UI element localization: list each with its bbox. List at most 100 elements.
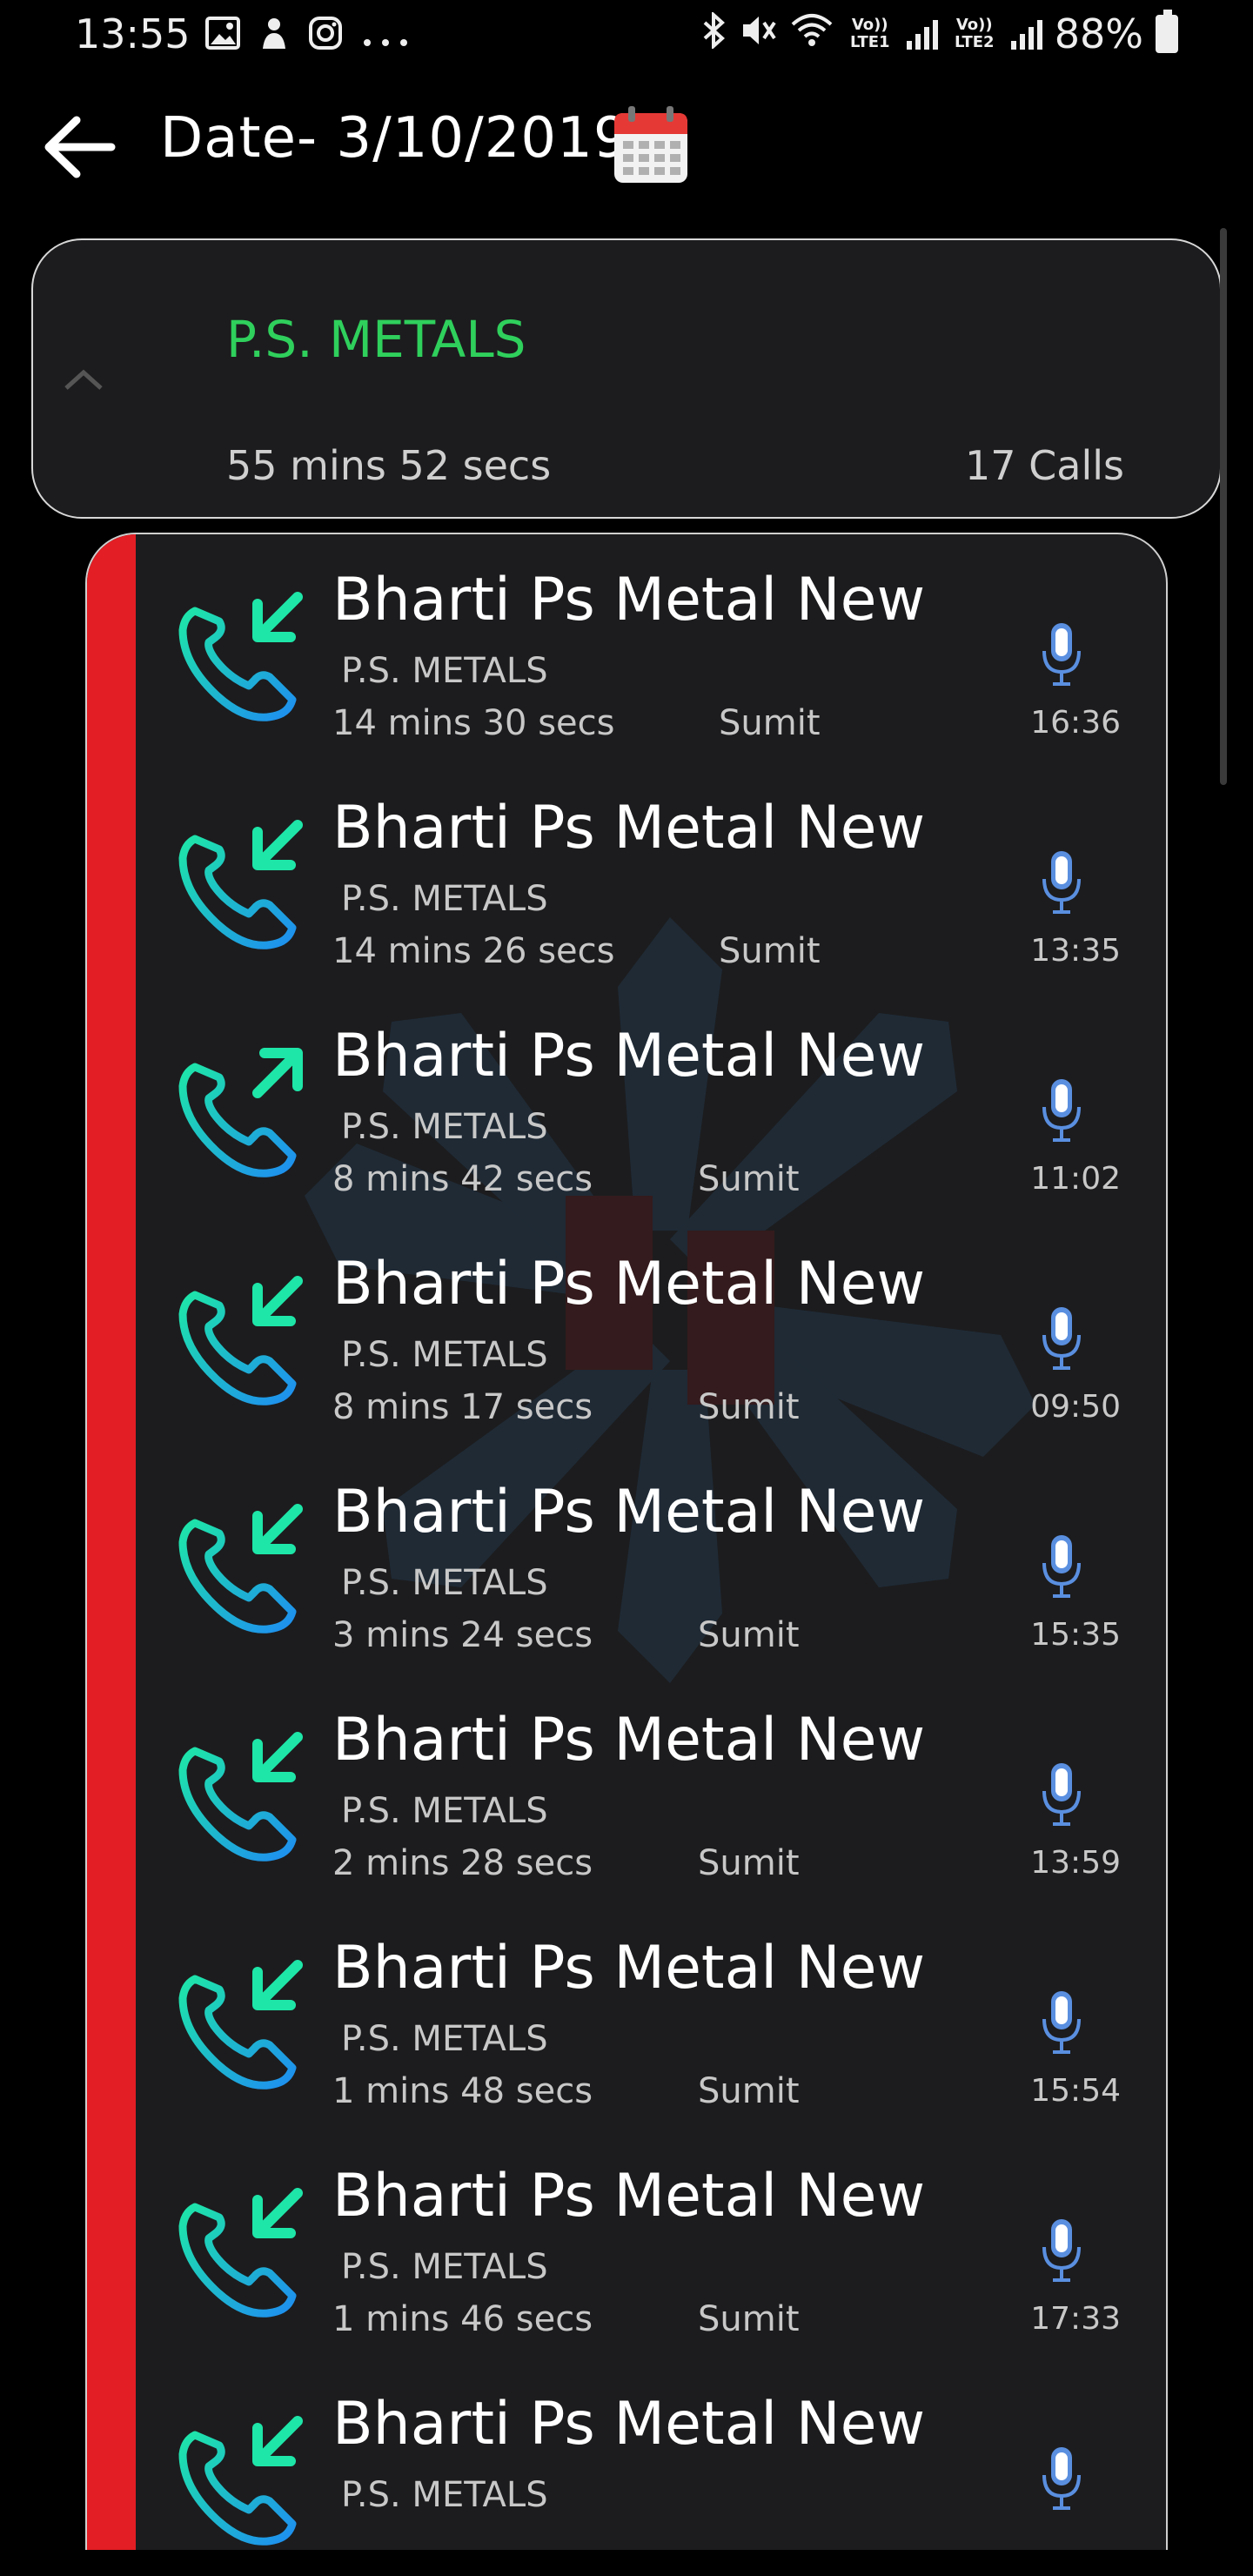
call-time: 15:35 xyxy=(1030,1617,1121,1653)
call-time: 13:35 xyxy=(1030,933,1121,969)
call-duration: 1 mins 46 secs xyxy=(332,2299,593,2339)
company-name: P.S. METALS xyxy=(341,2019,548,2059)
call-duration: 3 mins 24 secs xyxy=(332,1615,593,1655)
company-name: P.S. METALS xyxy=(341,1563,548,1603)
contact-name: Bharti Ps Metal New xyxy=(332,1022,926,1090)
call-time: 17:33 xyxy=(1030,2301,1121,2337)
company-name: P.S. METALS xyxy=(341,1791,548,1831)
call-row[interactable]: Bharti Ps Metal New P.S. METALS 8 mins 4… xyxy=(136,990,1166,1218)
back-arrow-icon xyxy=(44,116,116,178)
call-row[interactable]: Bharti Ps Metal New P.S. METALS xyxy=(136,2358,1166,2576)
call-time: 15:54 xyxy=(1030,2073,1121,2109)
incoming-call-icon xyxy=(178,1960,303,2090)
company-name: P.S. METALS xyxy=(341,879,548,919)
call-list-card: Bharti Ps Metal New P.S. METALS 14 mins … xyxy=(85,533,1168,2576)
notification-icon xyxy=(259,16,289,57)
status-icons-right: Vo)) LTE1 Vo)) LTE2 88% xyxy=(701,10,1178,57)
microphone-icon[interactable] xyxy=(1041,2216,1082,2285)
scrollbar[interactable] xyxy=(1220,228,1227,785)
sim2-label: Vo)) LTE2 xyxy=(954,16,995,51)
call-time: 11:02 xyxy=(1030,1161,1121,1197)
call-time: 16:36 xyxy=(1030,705,1121,741)
incoming-call-icon xyxy=(178,1504,303,1633)
sim1-label: Vo)) LTE1 xyxy=(849,16,890,51)
bottom-edge xyxy=(0,2550,1253,2576)
signal-bars-2 xyxy=(1010,18,1042,50)
microphone-icon[interactable] xyxy=(1041,1076,1082,1145)
company-name: P.S. METALS xyxy=(341,1107,548,1147)
contact-name: Bharti Ps Metal New xyxy=(332,1478,926,1546)
agent-name: Sumit xyxy=(719,703,821,743)
microphone-icon[interactable] xyxy=(1041,1304,1082,1373)
instagram-icon xyxy=(308,16,343,57)
call-duration: 2 mins 28 secs xyxy=(332,1843,593,1883)
contact-name: Bharti Ps Metal New xyxy=(332,1934,926,2002)
group-header[interactable]: P.S. METALS 55 mins 52 secs 17 Calls xyxy=(31,238,1222,519)
status-bar: 13:55 Vo)) LTE1 Vo)) LTE2 88% xyxy=(0,0,1253,78)
microphone-icon[interactable] xyxy=(1041,2444,1082,2513)
more-icon xyxy=(362,19,409,54)
contact-name: Bharti Ps Metal New xyxy=(332,1706,926,1774)
call-row[interactable]: Bharti Ps Metal New P.S. METALS 1 mins 4… xyxy=(136,2130,1166,2358)
agent-name: Sumit xyxy=(698,1387,800,1427)
microphone-icon[interactable] xyxy=(1041,620,1082,689)
incoming-call-icon xyxy=(178,1276,303,1405)
incoming-call-icon xyxy=(178,2188,303,2318)
incoming-call-icon xyxy=(178,1732,303,1862)
call-time: 13:59 xyxy=(1030,1845,1121,1881)
signal-bars-1 xyxy=(906,18,938,50)
agent-name: Sumit xyxy=(719,931,821,971)
call-row[interactable]: Bharti Ps Metal New P.S. METALS 1 mins 4… xyxy=(136,1902,1166,2130)
microphone-icon[interactable] xyxy=(1041,1760,1082,1829)
incoming-call-icon xyxy=(178,2416,303,2546)
call-duration: 8 mins 17 secs xyxy=(332,1387,593,1427)
microphone-icon[interactable] xyxy=(1041,1532,1082,1601)
company-name: P.S. METALS xyxy=(341,1335,548,1375)
chevron-up-icon[interactable] xyxy=(59,362,108,397)
contact-name: Bharti Ps Metal New xyxy=(332,2162,926,2231)
bluetooth-icon xyxy=(701,10,727,57)
mute-icon xyxy=(740,12,778,57)
call-row[interactable]: Bharti Ps Metal New P.S. METALS 8 mins 1… xyxy=(136,1218,1166,1446)
company-name: P.S. METALS xyxy=(341,2475,548,2515)
status-time: 13:55 xyxy=(75,10,191,57)
app-bar: Date- 3/10/2019 xyxy=(0,87,1253,209)
image-icon xyxy=(205,17,240,56)
contact-name: Bharti Ps Metal New xyxy=(332,1250,926,1318)
incoming-call-icon xyxy=(178,820,303,949)
call-duration: 14 mins 26 secs xyxy=(332,931,615,971)
battery-icon xyxy=(1156,10,1178,53)
calendar-icon xyxy=(614,106,687,183)
microphone-icon[interactable] xyxy=(1041,1988,1082,2057)
call-row[interactable]: Bharti Ps Metal New P.S. METALS 14 mins … xyxy=(136,534,1166,762)
status-icons-left xyxy=(205,16,409,57)
agent-name: Sumit xyxy=(698,2071,800,2111)
page-title: Date- 3/10/2019 xyxy=(160,106,630,171)
call-row[interactable]: Bharti Ps Metal New P.S. METALS 2 mins 2… xyxy=(136,1674,1166,1902)
group-total-duration: 55 mins 52 secs xyxy=(226,442,552,489)
call-list: Bharti Ps Metal New P.S. METALS 14 mins … xyxy=(136,534,1166,2576)
contact-name: Bharti Ps Metal New xyxy=(332,2390,926,2459)
call-row[interactable]: Bharti Ps Metal New P.S. METALS 14 mins … xyxy=(136,762,1166,990)
call-row[interactable]: Bharti Ps Metal New P.S. METALS 3 mins 2… xyxy=(136,1446,1166,1674)
incoming-call-icon xyxy=(178,592,303,721)
agent-name: Sumit xyxy=(698,1615,800,1655)
accent-strip xyxy=(87,534,136,2576)
company-name: P.S. METALS xyxy=(341,651,548,691)
company-name: P.S. METALS xyxy=(341,2247,548,2287)
agent-name: Sumit xyxy=(698,1843,800,1883)
back-button[interactable] xyxy=(38,108,122,186)
call-duration: 1 mins 48 secs xyxy=(332,2071,593,2111)
agent-name: Sumit xyxy=(698,1159,800,1199)
microphone-icon[interactable] xyxy=(1041,848,1082,917)
group-name: P.S. METALS xyxy=(226,310,526,369)
call-duration: 14 mins 30 secs xyxy=(332,703,615,743)
contact-name: Bharti Ps Metal New xyxy=(332,794,926,862)
wifi-icon xyxy=(790,12,834,57)
agent-name: Sumit xyxy=(698,2299,800,2339)
outgoing-call-icon xyxy=(178,1048,303,1177)
group-call-count: 17 Calls xyxy=(965,442,1124,489)
contact-name: Bharti Ps Metal New xyxy=(332,566,926,634)
call-time: 09:50 xyxy=(1030,1389,1121,1425)
call-duration: 8 mins 42 secs xyxy=(332,1159,593,1199)
